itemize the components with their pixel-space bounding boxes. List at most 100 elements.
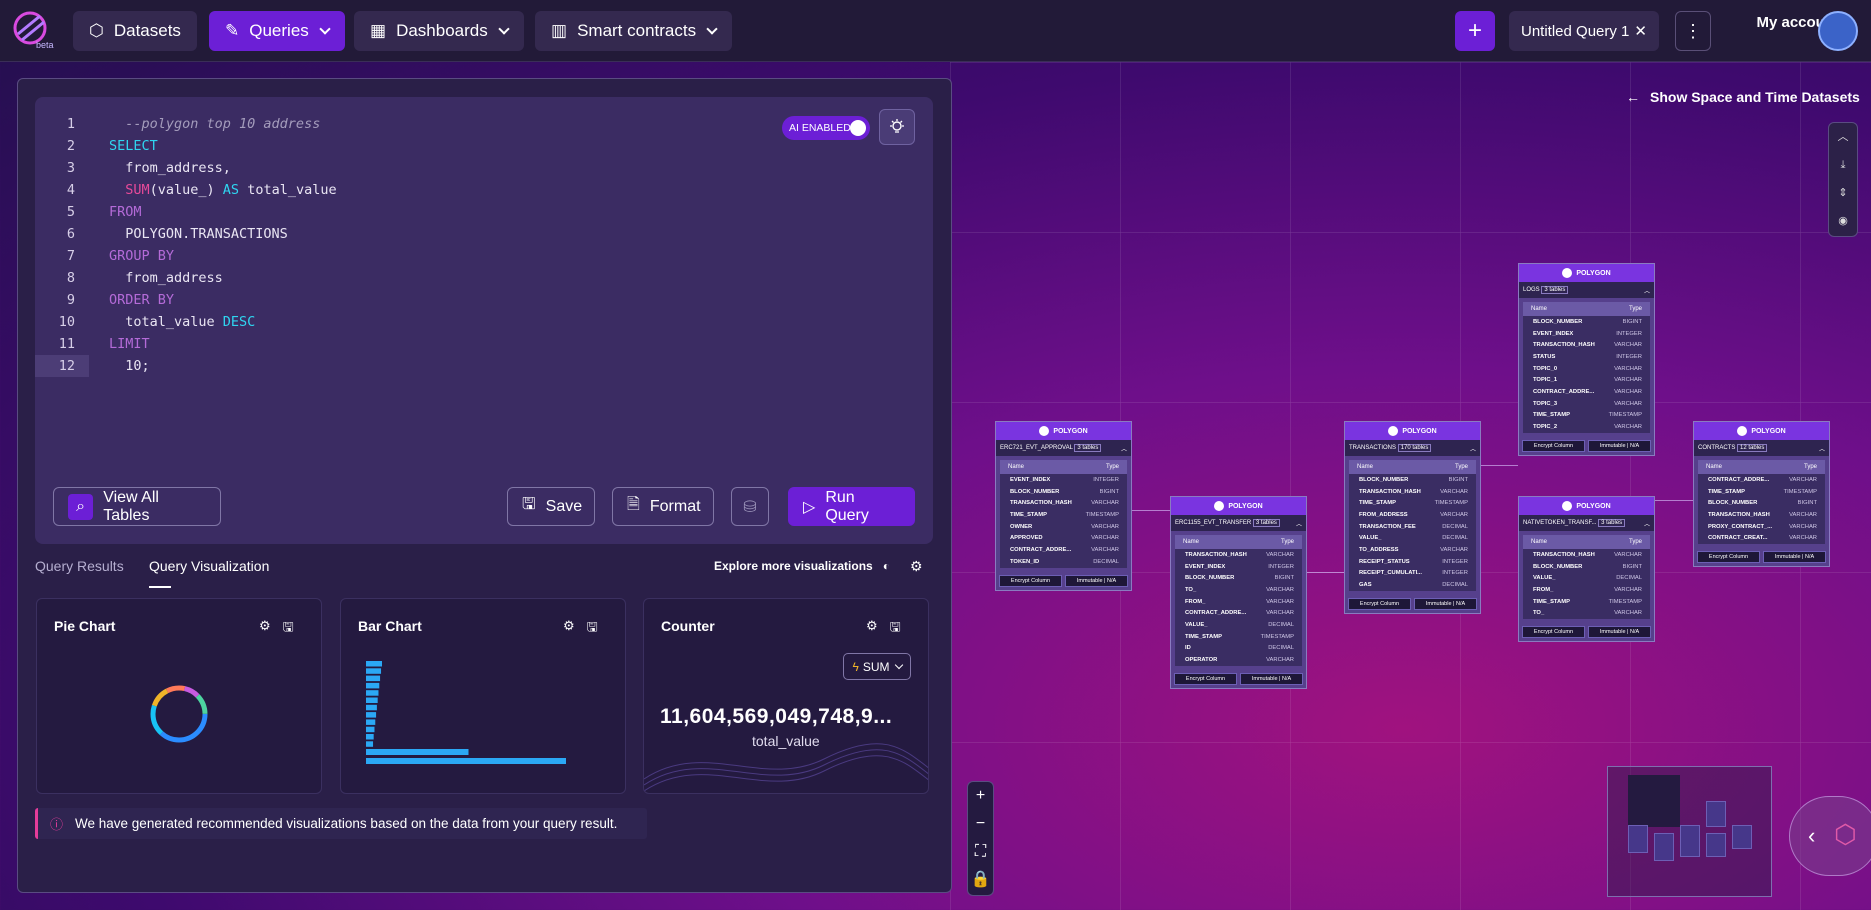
settings-icon[interactable]: ⚙ <box>259 618 271 640</box>
explore-visualizations-link[interactable]: Explore more visualizations ◐ <box>714 559 890 573</box>
sql-editor[interactable]: 1 --polygon top 10 address 2 SELECT 3 from_… <box>35 97 933 544</box>
column-row[interactable]: TIME_STAMP TIMESTAMP <box>1523 410 1650 422</box>
run-query-button[interactable]: ▷ Run Query <box>788 487 915 526</box>
ai-toggle[interactable]: AI ENABLED <box>782 116 870 140</box>
column-row[interactable]: CONTRACT_ADDRE... VARCHAR <box>1175 607 1302 619</box>
column-row[interactable]: TO_ADDRESS VARCHAR <box>1349 544 1476 556</box>
nav-dashboards[interactable]: ▦ Dashboards <box>354 11 524 51</box>
save-icon[interactable]: 🖫 <box>890 618 901 640</box>
schema-node[interactable]: POLYGON NATIVETOKEN_TRANSF... 3 tables ︿ … <box>1518 496 1655 643</box>
fit-view-icon[interactable]: ⛶ <box>968 838 993 866</box>
column-row[interactable]: EVENT_INDEX INTEGER <box>1523 328 1650 340</box>
save-button[interactable]: 🖫 Save <box>507 487 595 526</box>
column-row[interactable]: EVENT_INDEX INTEGER <box>1000 474 1127 486</box>
close-icon[interactable]: ✕ <box>1634 22 1647 40</box>
zoom-out-icon[interactable]: − <box>968 810 993 838</box>
chevron-up-icon[interactable]: ︿ <box>1829 123 1857 151</box>
column-row[interactable]: TIME_STAMP TIMESTAMP <box>1000 509 1127 521</box>
column-row[interactable]: TOPIC_2 VARCHAR <box>1523 421 1650 433</box>
settings-icon[interactable]: ⚙ <box>563 618 575 640</box>
lock-icon[interactable]: 🔒 <box>968 866 993 894</box>
minimap[interactable] <box>1607 766 1772 897</box>
column-row[interactable]: BLOCK_NUMBER BIGINT <box>1000 486 1127 498</box>
encrypt-column-button[interactable]: Encrypt Column <box>1522 439 1585 452</box>
column-row[interactable]: OPERATOR VARCHAR <box>1175 654 1302 666</box>
column-row[interactable]: APPROVED VARCHAR <box>1000 532 1127 544</box>
save-icon[interactable]: 🖫 <box>283 618 294 640</box>
column-row[interactable]: FROM_ VARCHAR <box>1523 584 1650 596</box>
column-row[interactable]: VALUE_ DECIMAL <box>1523 572 1650 584</box>
code-line[interactable]: 5 FROM <box>35 201 337 223</box>
schema-node[interactable]: POLYGON ERC1155_EVT_TRANSFER 3 tables ︿ N… <box>1170 496 1307 689</box>
collapse-icon[interactable]: ⤓ <box>1829 151 1857 179</box>
encrypt-column-button[interactable]: Encrypt Column <box>1174 672 1237 685</box>
schema-node[interactable]: POLYGON LOGS 3 tables ︿ Name Type BLOCK_NUM… <box>1518 263 1655 456</box>
column-row[interactable]: CONTRACT_ADDRE... VARCHAR <box>1523 386 1650 398</box>
column-row[interactable]: CONTRACT_CREAT... VARCHAR <box>1698 532 1825 544</box>
column-row[interactable]: TOKEN_ID DECIMAL <box>1000 556 1127 568</box>
code-line[interactable]: 1 --polygon top 10 address <box>35 113 337 135</box>
database-button[interactable]: ⛁ <box>731 487 769 526</box>
show-space-datasets-button[interactable]: ← Show Space and Time Datasets <box>1626 89 1860 105</box>
nav-smart-contracts[interactable]: ▥ Smart contracts <box>535 11 733 51</box>
code-line[interactable]: 11 LIMIT <box>35 333 337 355</box>
side-drawer-toggle[interactable]: ‹ ⬡ <box>1789 796 1871 876</box>
code-line[interactable]: 3 from_address, <box>35 157 337 179</box>
column-row[interactable]: TRANSACTION_HASH VARCHAR <box>1000 497 1127 509</box>
aggregation-select[interactable]: ϟ SUM <box>843 653 911 680</box>
code-line[interactable]: 6 POLYGON.TRANSACTIONS <box>35 223 337 245</box>
column-row[interactable]: CONTRACT_ADDRE... VARCHAR <box>1698 474 1825 486</box>
chevron-up-icon[interactable]: ︿ <box>1644 286 1650 295</box>
column-row[interactable]: TIME_STAMP TIMESTAMP <box>1698 486 1825 498</box>
code-line[interactable]: 8 from_address <box>35 267 337 289</box>
avatar[interactable] <box>1818 11 1858 51</box>
eye-icon[interactable]: ◉ <box>1829 207 1857 235</box>
schema-node[interactable]: POLYGON TRANSACTIONS 170 tables ︿ Name Typ… <box>1344 421 1481 614</box>
column-row[interactable]: TOPIC_1 VARCHAR <box>1523 374 1650 386</box>
column-row[interactable]: TRANSACTION_HASH VARCHAR <box>1523 339 1650 351</box>
column-row[interactable]: TRANSACTION_HASH VARCHAR <box>1349 486 1476 498</box>
query-tab[interactable]: Untitled Query 1 ✕ <box>1509 11 1659 51</box>
column-row[interactable]: BLOCK_NUMBER BIGINT <box>1175 572 1302 584</box>
column-row[interactable]: GAS DECIMAL <box>1349 579 1476 591</box>
code-line[interactable]: 9 ORDER BY <box>35 289 337 311</box>
zoom-in-icon[interactable]: + <box>968 782 993 810</box>
column-row[interactable]: EVENT_INDEX INTEGER <box>1175 561 1302 573</box>
new-query-button[interactable]: + <box>1455 11 1495 51</box>
pie-chart-card[interactable]: Pie Chart ⚙ 🖫 <box>36 598 322 794</box>
column-row[interactable]: VALUE_ DECIMAL <box>1349 532 1476 544</box>
encrypt-column-button[interactable]: Encrypt Column <box>1348 597 1411 610</box>
schema-node[interactable]: POLYGON CONTRACTS 12 tables ︿ Name Type CON… <box>1693 421 1830 568</box>
column-row[interactable]: TRANSACTION_HASH VARCHAR <box>1523 549 1650 561</box>
tab-query-results[interactable]: Query Results <box>35 558 124 574</box>
chevron-up-icon[interactable]: ︿ <box>1296 519 1302 528</box>
column-row[interactable]: RECEIPT_STATUS INTEGER <box>1349 556 1476 568</box>
settings-icon[interactable]: ⚙ <box>866 618 878 640</box>
column-row[interactable]: TRANSACTION_HASH VARCHAR <box>1698 509 1825 521</box>
bar-chart-card[interactable]: Bar Chart ⚙ 🖫 <box>340 598 626 794</box>
column-row[interactable]: FROM_ADDRESS VARCHAR <box>1349 509 1476 521</box>
encrypt-column-button[interactable]: Encrypt Column <box>1697 551 1760 564</box>
column-row[interactable]: PROXY_CONTRACT_... VARCHAR <box>1698 521 1825 533</box>
tab-query-visualization[interactable]: Query Visualization <box>149 558 269 574</box>
nav-queries[interactable]: ✎ Queries <box>209 11 345 51</box>
column-row[interactable]: BLOCK_NUMBER BIGINT <box>1523 316 1650 328</box>
chevron-up-icon[interactable]: ︿ <box>1819 444 1825 453</box>
code-lines[interactable]: 1 --polygon top 10 address 2 SELECT 3 from_… <box>35 113 337 377</box>
chevron-up-icon[interactable]: ︿ <box>1121 444 1127 453</box>
format-button[interactable]: 🗎 Format <box>612 487 714 526</box>
hint-button[interactable] <box>879 109 915 145</box>
column-row[interactable]: TRANSACTION_FEE DECIMAL <box>1349 521 1476 533</box>
column-row[interactable]: VALUE_ DECIMAL <box>1175 619 1302 631</box>
settings-icon[interactable]: ⚙ <box>910 558 923 575</box>
column-row[interactable]: TIME_STAMP TIMESTAMP <box>1523 596 1650 608</box>
column-row[interactable]: TOPIC_0 VARCHAR <box>1523 363 1650 375</box>
column-row[interactable]: TO_ VARCHAR <box>1523 607 1650 619</box>
schema-node[interactable]: POLYGON ERC721_EVT_APPROVAL 3 tables ︿ Na… <box>995 421 1132 591</box>
column-row[interactable]: TO_ VARCHAR <box>1175 584 1302 596</box>
column-row[interactable]: CONTRACT_ADDRE... VARCHAR <box>1000 544 1127 556</box>
column-row[interactable]: TRANSACTION_HASH VARCHAR <box>1175 549 1302 561</box>
encrypt-column-button[interactable]: Encrypt Column <box>999 574 1062 587</box>
code-line[interactable]: 7 GROUP BY <box>35 245 337 267</box>
column-row[interactable]: BLOCK_NUMBER BIGINT <box>1349 474 1476 486</box>
